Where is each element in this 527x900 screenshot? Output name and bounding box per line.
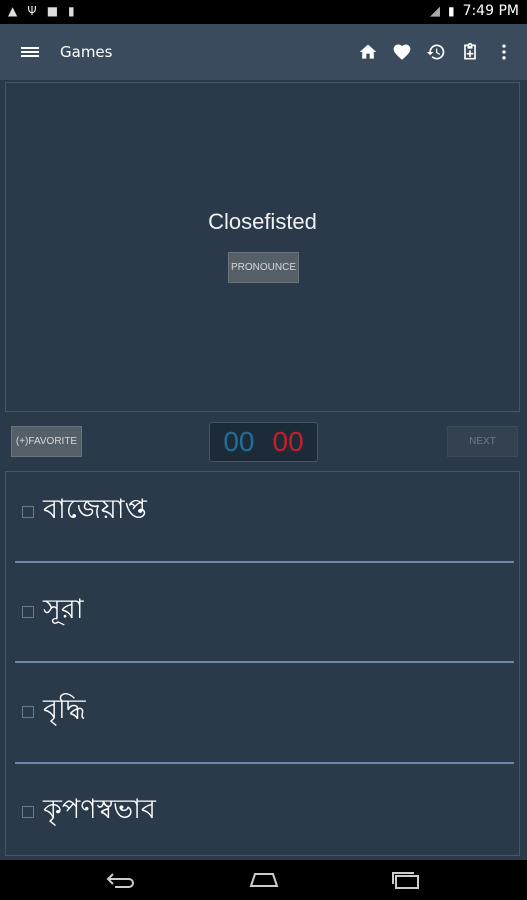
option-label: বাজেয়াপ্ত	[43, 494, 147, 525]
history-icon[interactable]	[423, 39, 449, 65]
quiz-word: Closefisted	[208, 209, 317, 234]
checkbox[interactable]	[22, 706, 34, 718]
navigation-bar	[0, 860, 527, 900]
wrong-score: 00	[272, 426, 304, 457]
word-card: Closefisted PRONOUNCE	[5, 82, 520, 412]
status-bar: ▲ Ψ ■ ▮ ◢ ▮ 7:49 PM	[0, 0, 527, 24]
option-label: বৃদ্ধি	[43, 694, 86, 725]
system-icons: ◢ ▮ 7:49 PM	[430, 3, 519, 19]
usb-icon: Ψ	[27, 4, 37, 18]
divider	[15, 762, 514, 764]
divider	[15, 661, 514, 663]
app-bar: Games	[0, 24, 527, 80]
battery-icon: ▮	[447, 4, 455, 18]
checkbox[interactable]	[22, 606, 34, 618]
storage-icon: ▮	[68, 4, 75, 18]
warning-icon: ▲	[8, 4, 18, 18]
clock: 7:49 PM	[462, 3, 519, 19]
recents-icon[interactable]	[386, 868, 426, 892]
back-icon[interactable]	[101, 868, 141, 892]
controls-row: (+)FAVORITE 00 00 NEXT	[0, 420, 527, 464]
option-1[interactable]: বাজেয়াপ্ত	[6, 472, 519, 562]
option-label: সূরা	[43, 594, 84, 625]
clipboard-icon[interactable]	[457, 39, 483, 65]
option-3[interactable]: বৃদ্ধি	[6, 672, 519, 762]
option-label: কৃপণস্বভাব	[43, 794, 156, 825]
page-title: Games	[60, 43, 113, 61]
answer-options: বাজেয়াপ্ত সূরা বৃদ্ধি কৃপণস্বভাব	[5, 471, 520, 856]
option-4[interactable]: কৃপণস্বভাব	[6, 772, 519, 862]
home-nav-icon[interactable]	[244, 868, 284, 892]
lock-icon: ■	[46, 4, 59, 18]
checkbox[interactable]	[22, 806, 34, 818]
next-button[interactable]: NEXT	[447, 426, 518, 457]
option-2[interactable]: সূরা	[6, 572, 519, 662]
pronounce-button[interactable]: PRONOUNCE	[228, 252, 299, 283]
notification-icons: ▲ Ψ ■ ▮	[8, 4, 75, 18]
app-actions	[355, 39, 527, 65]
score-box: 00 00	[209, 422, 318, 462]
divider	[15, 561, 514, 563]
menu-icon[interactable]	[0, 24, 60, 80]
heart-icon[interactable]	[389, 39, 415, 65]
checkbox[interactable]	[22, 506, 34, 518]
favorite-button[interactable]: (+)FAVORITE	[11, 426, 82, 457]
overflow-icon[interactable]	[491, 39, 517, 65]
signal-icon: ◢	[429, 3, 440, 19]
correct-score: 00	[223, 426, 255, 457]
home-icon[interactable]	[355, 39, 381, 65]
